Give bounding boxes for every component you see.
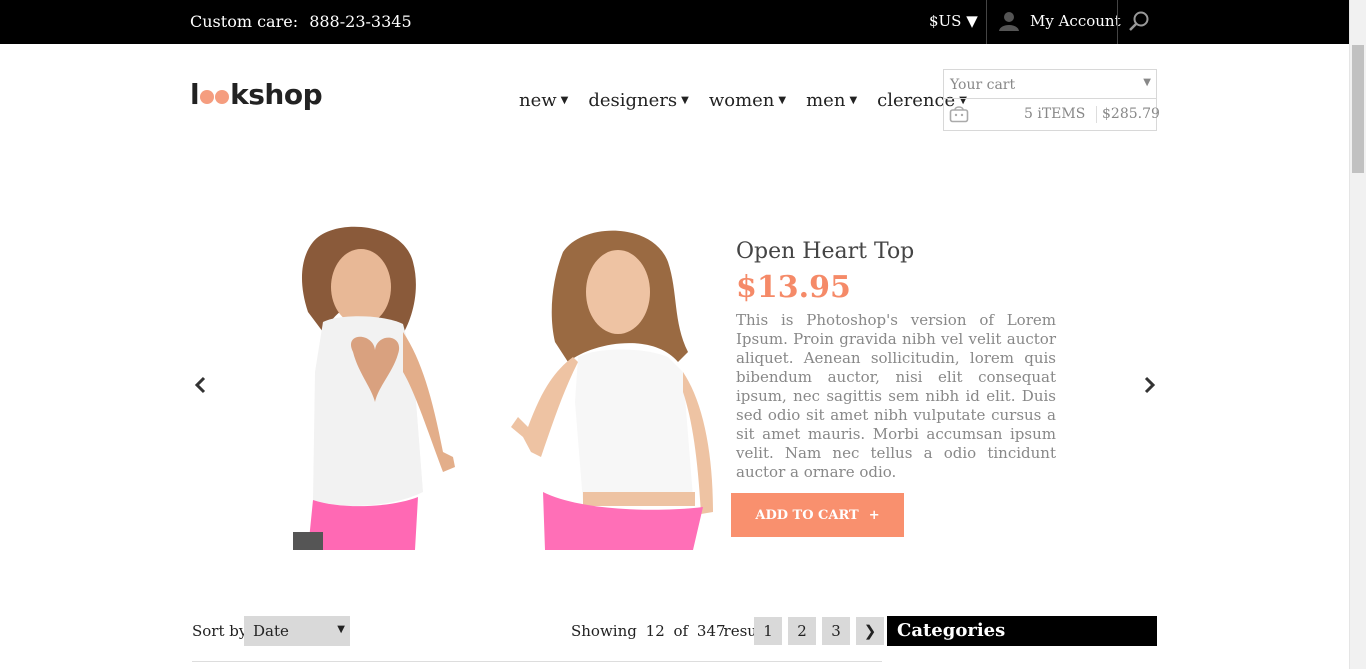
page-scrollbar[interactable] [1349, 0, 1366, 669]
nav-item-designers[interactable]: designers ▼ [588, 90, 688, 111]
results-of: of [673, 622, 689, 640]
shopping-bag-icon [949, 106, 969, 123]
main-nav: new ▼ designers ▼ women ▼ men ▼ clerence ▼ [519, 90, 967, 111]
nav-label: men [806, 90, 846, 111]
slider-prev-button[interactable] [193, 376, 207, 398]
search-icon [1129, 11, 1149, 31]
next-page-button[interactable]: ❯ [856, 617, 884, 645]
caret-down-icon: ▼ [337, 624, 345, 635]
cart-total: $285.79 [1102, 106, 1160, 122]
results-summary: Showing 12 of 347results [571, 622, 775, 640]
results-prefix: Showing [571, 622, 637, 640]
divider [1096, 106, 1097, 123]
page-3-button[interactable]: 3 [822, 617, 850, 645]
divider [986, 0, 987, 44]
results-total: 347 [696, 622, 726, 640]
search-button[interactable] [1128, 10, 1150, 36]
add-to-cart-label: ADD TO CART [755, 507, 859, 523]
chevron-down-icon: ▼ [1143, 77, 1151, 88]
add-to-cart-button[interactable]: ADD TO CART + [731, 493, 904, 537]
caret-down-icon: ▼ [560, 95, 569, 106]
customer-care: Custom care: 888-23-3345 [190, 12, 412, 31]
cart-summary: 5 iTEMS $285.79 [944, 99, 1160, 130]
product-price: $13.95 [736, 270, 851, 305]
categories-heading: Categories [887, 616, 1157, 646]
product-description: This is Photoshop's version of Lorem Ips… [736, 311, 1056, 481]
plus-icon: + [868, 507, 880, 523]
page-1-button[interactable]: 1 [754, 617, 782, 645]
product-title[interactable]: Open Heart Top [736, 239, 914, 264]
user-icon [999, 12, 1019, 31]
nav-item-men[interactable]: men ▼ [806, 90, 857, 111]
model-front-view [511, 230, 713, 550]
pagination: 1 2 3 ❯ [754, 617, 884, 645]
page-2-button[interactable]: 2 [788, 617, 816, 645]
results-count: 12 [645, 622, 665, 640]
logo-text-end: kshop [230, 78, 323, 111]
sort-select[interactable]: Date ▼ [244, 616, 350, 646]
logo[interactable]: l kshop [190, 78, 323, 111]
care-phone[interactable]: 888-23-3345 [309, 12, 411, 31]
model-back-view [293, 226, 455, 550]
nav-label: new [519, 90, 557, 111]
caret-down-icon: ▼ [681, 95, 689, 106]
scrollbar-thumb[interactable] [1352, 45, 1364, 173]
slider-next-button[interactable] [1143, 376, 1157, 398]
my-account-label: My Account [1030, 12, 1121, 30]
divider [192, 661, 882, 662]
nav-item-new[interactable]: new ▼ [519, 90, 568, 111]
chevron-left-icon [194, 376, 206, 394]
caret-down-icon: ▼ [849, 95, 858, 106]
currency-select[interactable]: $US ▼ [929, 12, 978, 30]
caret-down-icon: ▼ [778, 95, 787, 106]
sort-label: Sort by [192, 622, 248, 640]
cart-dropdown[interactable]: Your cart ▼ [944, 70, 1156, 99]
cart-widget[interactable]: Your cart ▼ 5 iTEMS $285.79 [943, 69, 1160, 131]
care-label: Custom care: [190, 12, 299, 31]
cart-placeholder: Your cart [950, 77, 1016, 93]
logo-text-start: l [190, 78, 200, 111]
nav-label: women [708, 90, 775, 111]
sort-value: Date [253, 622, 289, 640]
top-bar: Custom care: 888-23-3345 $US ▼ My Accoun… [0, 0, 1349, 44]
logo-glasses-icon [200, 85, 230, 104]
product-image [293, 226, 713, 550]
nav-item-women[interactable]: women ▼ [709, 90, 786, 111]
chevron-right-icon [1144, 376, 1156, 394]
cart-item-count: 5 iTEMS [1024, 106, 1086, 122]
nav-label: designers [588, 90, 678, 111]
divider [1117, 0, 1118, 44]
my-account-link[interactable]: My Account [998, 11, 1121, 31]
